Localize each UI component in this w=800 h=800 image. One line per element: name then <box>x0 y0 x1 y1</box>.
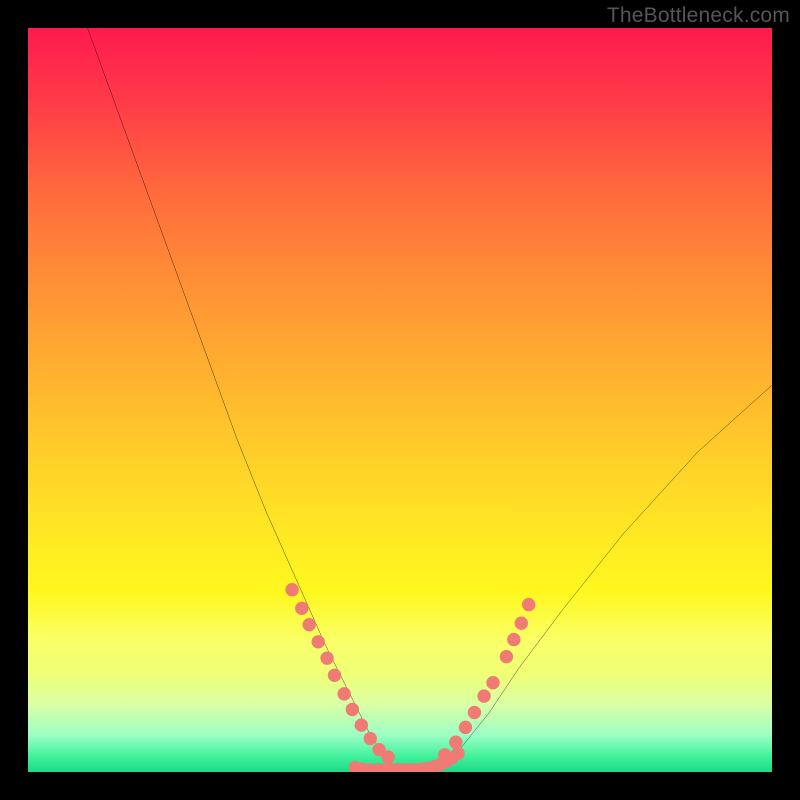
chart-stage: TheBottleneck.com <box>0 0 800 800</box>
data-dot <box>459 721 472 734</box>
watermark-text: TheBottleneck.com <box>607 4 790 28</box>
data-dot <box>346 703 359 716</box>
data-dot <box>449 736 462 749</box>
data-dot <box>515 617 528 630</box>
bottleneck-curve-path <box>88 28 772 772</box>
data-dot <box>364 732 377 745</box>
data-dot <box>477 689 490 702</box>
data-dot <box>486 676 499 689</box>
data-dot <box>355 718 368 731</box>
data-dot <box>500 650 513 663</box>
data-dot <box>303 618 316 631</box>
data-dot <box>451 747 464 760</box>
data-dot <box>285 583 298 596</box>
data-dot <box>507 633 520 646</box>
data-dot <box>311 635 324 648</box>
data-dot <box>338 687 351 700</box>
data-dot <box>468 706 481 719</box>
plot-area <box>28 28 772 772</box>
data-dot <box>320 651 333 664</box>
data-dot <box>295 602 308 615</box>
data-dot <box>522 598 535 611</box>
chart-svg <box>28 28 772 772</box>
dots-layer <box>285 583 535 772</box>
data-dot <box>328 669 341 682</box>
data-dot <box>381 750 394 763</box>
